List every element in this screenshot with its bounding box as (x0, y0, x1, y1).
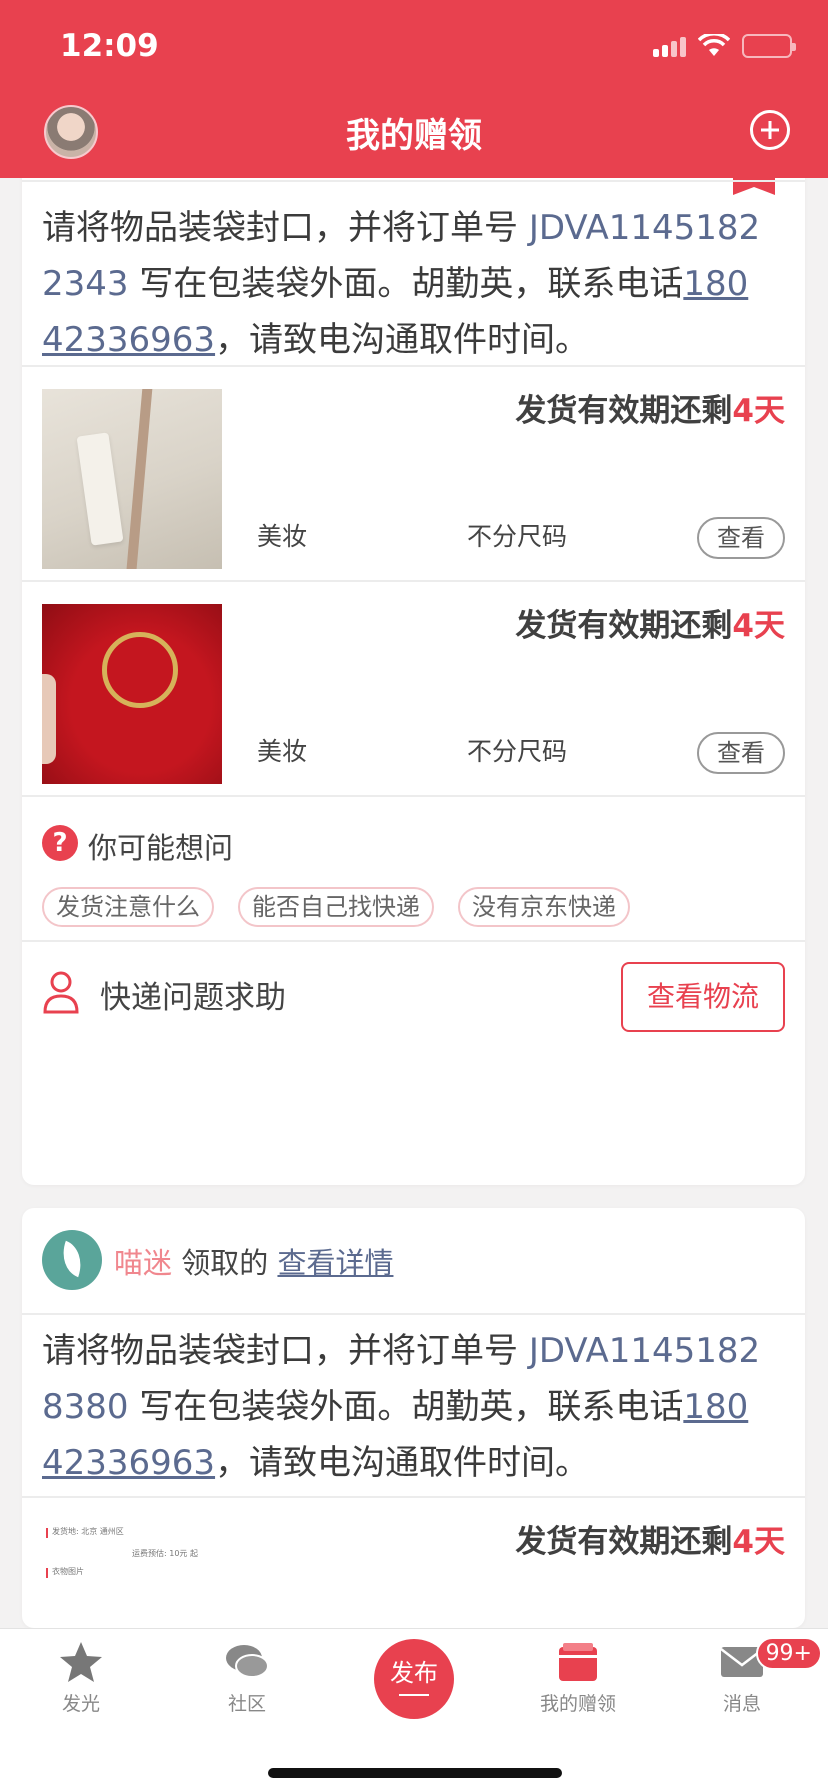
shipping-instruction: 请将物品装袋封口，并将订单号 JDVA1145182 8380 写在包装袋外面。胡… (42, 1331, 761, 1483)
list-item[interactable]: 发货地: 北京 通州区 运费预估: 10元 起 衣物图片 发货有效期还剩4天 (22, 1498, 805, 1628)
battery-icon (742, 34, 796, 58)
faq-section: ? 你可能想问 发货注意什么 能否自己找快递 没有京东快递 (22, 797, 805, 937)
faq-chip[interactable]: 没有京东快递 (458, 887, 630, 927)
item-thumbnail[interactable] (42, 604, 222, 784)
shipping-instruction: 请将物品装袋封口，并将订单号 JDVA1145182 2343 写在包装袋外面。胡… (42, 208, 761, 360)
help-row: 快递问题求助 查看物流 (22, 942, 805, 1052)
tab-community[interactable]: 社区 (187, 1639, 307, 1716)
item-category: 美妆 (257, 522, 308, 551)
home-indicator[interactable] (268, 1768, 562, 1778)
add-circle-icon[interactable] (750, 110, 790, 150)
faq-chips: 发货注意什么 能否自己找快递 没有京东快递 (42, 887, 630, 927)
status-time: 12:09 (60, 28, 159, 64)
signal-icon (653, 35, 686, 57)
deadline-text: 发货有效期还剩4天 (515, 393, 785, 429)
unread-badge: 99+ (755, 1637, 822, 1670)
item-size: 不分尺码 (467, 737, 568, 766)
claim-card: 请将物品装袋封口，并将订单号 JDVA1145182 2343 写在包装袋外面。胡… (22, 150, 805, 1185)
view-button[interactable]: 查看 (697, 517, 785, 559)
tab-faguang[interactable]: 发光 (21, 1639, 141, 1716)
tab-my-claims[interactable]: 我的赠领 (518, 1639, 638, 1716)
person-icon (43, 971, 79, 1014)
claim-card: 喵迷 领取的 查看详情 请将物品装袋封口，并将订单号 JDVA1145182 83… (22, 1208, 805, 1628)
view-button[interactable]: 查看 (697, 732, 785, 774)
wifi-icon (698, 34, 730, 56)
item-thumbnail[interactable]: 发货地: 北京 通州区 运费预估: 10元 起 衣物图片 (42, 1516, 222, 1596)
page-title: 我的赠领 (346, 116, 482, 156)
list-item[interactable]: 发货有效期还剩4天 美妆 不分尺码 查看 (22, 582, 805, 827)
leaf-avatar-icon[interactable] (42, 1230, 102, 1290)
chat-icon (226, 1645, 269, 1678)
deadline-text: 发货有效期还剩4天 (515, 1524, 785, 1560)
divider (22, 1313, 805, 1315)
status-icons (653, 34, 796, 58)
publish-icon (399, 1694, 429, 1696)
faq-chip[interactable]: 能否自己找快递 (238, 887, 434, 927)
view-details-link[interactable]: 查看详情 (277, 1246, 393, 1280)
claimer-line: 喵迷 领取的 查看详情 (114, 1246, 394, 1280)
faq-chip[interactable]: 发货注意什么 (42, 887, 214, 927)
bookmark-ribbon-icon (733, 175, 775, 195)
bottom-tab-bar: 发光 社区 发布 我的赠领 消息 99+ (0, 1628, 828, 1792)
top-nav-bar: 12:09 我的赠领 (0, 0, 828, 178)
divider (22, 180, 805, 182)
claimer-name[interactable]: 喵迷 (114, 1246, 172, 1280)
help-text: 快递问题求助 (100, 980, 286, 1016)
view-logistics-button[interactable]: 查看物流 (621, 962, 785, 1032)
gift-box-icon (559, 1643, 597, 1681)
question-icon: ? (42, 825, 78, 861)
list-item[interactable]: 发货有效期还剩4天 美妆 不分尺码 查看 (22, 367, 805, 612)
screen: 12:09 我的赠领 请将物品装袋封口，并将订单号 JDVA1145182 234… (0, 0, 828, 1792)
item-category: 美妆 (257, 737, 308, 766)
item-thumbnail[interactable] (42, 389, 222, 569)
star-icon (60, 1642, 102, 1682)
faq-title: 你可能想问 (88, 831, 234, 865)
deadline-text: 发货有效期还剩4天 (515, 608, 785, 644)
publish-button[interactable]: 发布 (374, 1639, 454, 1719)
item-size: 不分尺码 (467, 522, 568, 551)
